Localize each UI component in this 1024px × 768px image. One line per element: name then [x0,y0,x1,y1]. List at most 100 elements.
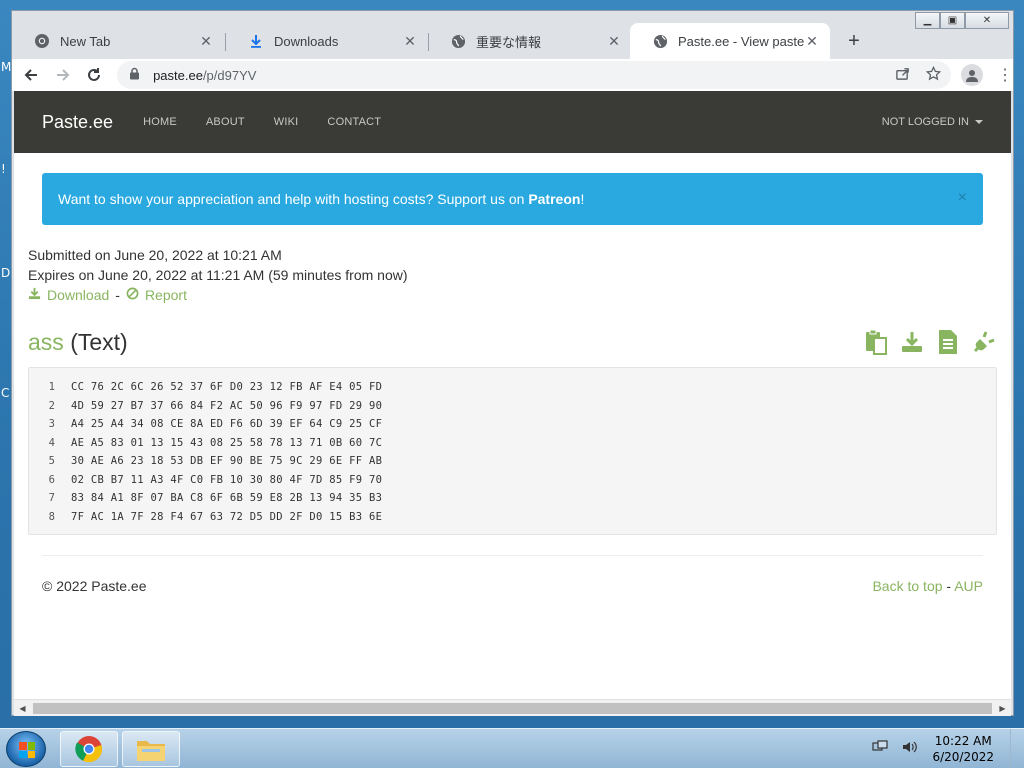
globe-icon [450,33,466,49]
close-icon[interactable]: ✕ [606,33,622,50]
paste-meta: Submitted on June 20, 2022 at 10:21 AM E… [28,245,1011,305]
scrollbar-thumb[interactable] [33,702,992,714]
clock-date: 6/20/2022 [932,750,994,764]
code-line: 8 7F AC 1A 7F 28 F4 67 63 72 D5 DD 2F D0 … [29,508,996,527]
taskbar-explorer[interactable] [122,731,180,767]
page-viewport: Paste.ee HOME ABOUT WIKI CONTACT NOT LOG… [14,91,1011,699]
address-bar[interactable]: paste.ee/p/d97YV [117,61,951,89]
patreon-alert: Want to show your appreciation and help … [42,173,983,225]
folder-icon [137,741,165,761]
paste-header: ass (Text) [28,325,1011,359]
code-line: 6 02 CB B7 11 A3 4F C0 FB 10 30 80 4F 7D … [29,471,996,490]
taskbar-chrome[interactable] [60,731,118,767]
share-icon[interactable] [895,66,910,85]
scroll-right-icon[interactable]: ▶ [994,704,1011,713]
tab-title: 重要な情報 [476,34,542,50]
tab-paste-ee[interactable]: Paste.ee - View paste d97 ✕ [630,23,830,59]
show-desktop-button[interactable] [1010,729,1024,768]
plug-icon[interactable] [971,329,997,355]
report-icon[interactable] [126,285,139,305]
code-line: 7 83 84 A1 8F 07 BA C8 6F 6B 59 E8 2B 13 … [29,489,996,508]
chevron-down-icon [975,120,983,124]
code-line: 3 A4 25 A4 34 08 CE 8A ED F6 6D 39 EF 64 … [29,415,996,434]
volume-icon[interactable] [902,740,918,759]
close-icon[interactable]: ✕ [804,33,820,50]
download-link[interactable]: Download [47,285,109,305]
back-to-top-link[interactable]: Back to top [872,578,942,594]
desktop-icon-fragment[interactable]: C [1,386,9,400]
nav-wiki[interactable]: WIKI [274,116,299,128]
login-dropdown[interactable]: NOT LOGGED IN [882,116,983,128]
browser-toolbar: paste.ee/p/d97YV ⋮ [12,59,1013,91]
line-text: 4D 59 27 B7 37 66 84 F2 AC 50 96 F9 97 F… [71,399,383,412]
line-text: AE A5 83 01 13 15 43 08 25 58 78 13 71 0… [71,436,383,449]
chrome-icon [75,736,102,763]
network-icon[interactable] [872,739,889,759]
url-host: paste.ee [153,67,203,83]
back-icon[interactable] [18,62,44,88]
close-icon[interactable]: × [958,189,967,207]
line-text: 83 84 A1 8F 07 BA C8 6F 6B 59 E8 2B 13 9… [71,492,383,505]
line-number: 5 [48,455,55,468]
line-number: 4 [48,436,55,449]
taskbar-clock[interactable]: 10:22 AM 6/20/2022 [932,733,994,765]
desktop-icon-fragment[interactable]: D [1,266,10,280]
copy-clipboard-icon[interactable] [863,329,889,355]
scroll-left-icon[interactable]: ◀ [14,704,31,713]
nav-about[interactable]: ABOUT [206,116,245,128]
download-icon [248,33,264,49]
line-number: 2 [48,399,55,412]
lock-icon[interactable] [129,67,143,83]
reload-icon[interactable] [81,62,107,88]
login-label: NOT LOGGED IN [881,116,969,128]
tab-downloads[interactable]: Downloads ✕ [226,23,428,59]
paste-title: ass (Text) [28,329,128,356]
raw-file-icon[interactable] [935,329,961,355]
system-tray: 10:22 AM 6/20/2022 [872,733,994,765]
site-navbar: Paste.ee HOME ABOUT WIKI CONTACT NOT LOG… [14,91,1011,153]
profile-avatar-icon[interactable] [961,64,983,86]
footer-divider [42,555,983,556]
site-footer: © 2022 Paste.ee Back to top - AUP [42,578,983,594]
line-number: 8 [48,510,55,523]
globe-icon [652,33,668,49]
aup-link[interactable]: AUP [954,578,983,594]
code-line: 1 CC 76 2C 6C 26 52 37 6F D0 23 12 FB AF … [29,378,996,397]
start-button[interactable] [6,731,46,767]
paste-type: (Text) [70,328,128,355]
tab-title: Downloads [274,33,339,49]
new-tab-button[interactable]: + [842,29,866,53]
tab-title: Paste.ee - View paste d97 [678,33,804,49]
alert-text: Want to show your appreciation and help … [58,191,585,207]
line-text: CC 76 2C 6C 26 52 37 6F D0 23 12 FB AF E… [71,381,383,394]
nav-home[interactable]: HOME [143,116,177,128]
line-number: 6 [48,473,55,486]
submitted-date: Submitted on June 20, 2022 at 10:21 AM [28,247,282,263]
report-link[interactable]: Report [145,285,187,305]
forward-icon[interactable] [50,62,76,88]
line-number: 3 [48,418,55,431]
close-icon[interactable]: ✕ [198,33,214,50]
site-brand[interactable]: Paste.ee [42,112,113,133]
paste-code-box[interactable]: 1 CC 76 2C 6C 26 52 37 6F D0 23 12 FB AF … [28,367,997,535]
line-number: 7 [48,492,55,505]
desktop-icon-fragment[interactable]: ! [1,162,6,176]
desktop-icon-fragment[interactable]: M [1,60,11,74]
nav-contact[interactable]: CONTACT [327,116,381,128]
close-icon[interactable]: ✕ [402,33,418,50]
tab-title: New Tab [60,33,111,49]
patreon-link[interactable]: Patreon [528,191,580,207]
line-text: A4 25 A4 34 08 CE 8A ED F6 6D 39 EF 64 C… [71,418,383,431]
taskbar: 10:22 AM 6/20/2022 [0,728,1024,768]
bookmark-star-icon[interactable] [925,65,942,85]
expires-date: Expires on June 20, 2022 at 11:21 AM (59… [28,267,408,283]
line-text: 02 CB B7 11 A3 4F C0 FB 10 30 80 4F 7D 8… [71,473,383,486]
tab-important-info[interactable]: 重要な情報 ✕ [428,23,632,59]
menu-kebab-icon[interactable]: ⋮ [997,65,1013,85]
tab-new-tab[interactable]: New Tab ✕ [12,23,224,59]
download-icon[interactable] [28,285,41,305]
copyright-text: © 2022 Paste.ee [42,578,147,594]
separator: - [115,287,120,303]
download-icon[interactable] [899,329,925,355]
horizontal-scrollbar[interactable]: ◀ ▶ [14,699,1011,716]
